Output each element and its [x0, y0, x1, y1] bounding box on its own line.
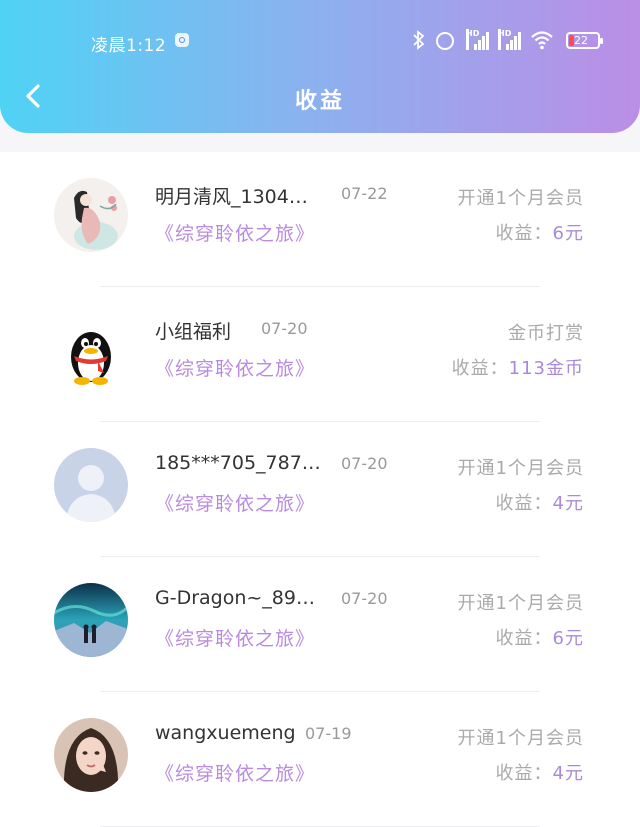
date: 07-20: [341, 589, 388, 608]
earning-amount: 收益：113金币: [452, 354, 584, 380]
earning-value: 4元: [552, 763, 584, 784]
avatar[interactable]: [54, 313, 128, 387]
signal-icon: HD: [498, 29, 522, 50]
bluetooth-icon: [412, 30, 426, 54]
battery-icon: 22: [566, 32, 603, 49]
earning-label: 收益：: [495, 628, 553, 649]
list-item[interactable]: G-Dragon~_89… 07-20 《综穿聆依之旅》 开通1个月会员 收益：…: [0, 557, 640, 692]
book-title[interactable]: 《综穿聆依之旅》: [155, 354, 315, 381]
date: 07-20: [261, 319, 308, 338]
avatar[interactable]: [54, 178, 128, 252]
earning-type: 开通1个月会员: [457, 593, 584, 614]
status-bar: 凌晨1:12 HD HD 22: [0, 28, 640, 56]
notification-icon: [175, 33, 189, 47]
earning-label: 收益：: [495, 493, 553, 514]
earning-label: 收益：: [495, 223, 553, 244]
user-name: 185***705_7877…: [155, 452, 325, 474]
earning-amount: 收益：4元: [496, 759, 584, 785]
earning-type: 开通1个月会员: [457, 728, 584, 749]
earnings-list: 明月清风_1304… 07-22 《综穿聆依之旅》 开通1个月会员 收益：6元 …: [0, 152, 640, 827]
book-title[interactable]: 《综穿聆依之旅》: [155, 759, 315, 786]
earning-value: 6元: [552, 628, 584, 649]
book-title[interactable]: 《综穿聆依之旅》: [155, 624, 315, 651]
avatar[interactable]: [54, 583, 128, 657]
list-item[interactable]: 小组福利 07-20 《综穿聆依之旅》 金币打赏 收益：113金币: [0, 287, 640, 422]
signal-icon: HD: [466, 29, 490, 50]
list-item[interactable]: wangxuemeng 07-19 《综穿聆依之旅》 开通1个月会员 收益：4元: [0, 692, 640, 827]
earning-label: 收益：: [451, 358, 509, 379]
avatar[interactable]: [54, 718, 128, 792]
status-time: 凌晨1:12: [91, 36, 167, 56]
user-name: 明月清风_1304…: [155, 186, 308, 208]
alarm-icon: [436, 32, 454, 50]
date: 07-22: [341, 184, 388, 203]
book-title[interactable]: 《综穿聆依之旅》: [155, 489, 315, 516]
hd-label: HD: [498, 29, 511, 50]
list-item[interactable]: 明月清风_1304… 07-22 《综穿聆依之旅》 开通1个月会员 收益：6元: [0, 152, 640, 287]
user-name: wangxuemeng: [155, 722, 296, 744]
earning-label: 收益：: [495, 763, 553, 784]
earning-amount: 收益：6元: [496, 624, 584, 650]
earning-value: 6元: [552, 223, 584, 244]
date: 07-19: [305, 724, 352, 743]
book-title[interactable]: 《综穿聆依之旅》: [155, 219, 315, 246]
earning-type: 开通1个月会员: [457, 458, 584, 479]
earning-type: 开通1个月会员: [457, 188, 584, 209]
list-item[interactable]: 185***705_7877… 07-20 《综穿聆依之旅》 开通1个月会员 收…: [0, 422, 640, 557]
earning-amount: 收益：6元: [496, 219, 584, 245]
battery-level: 22: [574, 34, 588, 47]
hd-label: HD: [466, 29, 479, 50]
earning-value: 113金币: [508, 358, 584, 379]
header-bar: 凌晨1:12 HD HD 22 收益: [0, 0, 640, 133]
earning-type: 金币打赏: [508, 323, 584, 344]
avatar[interactable]: [54, 448, 128, 522]
earning-amount: 收益：4元: [496, 489, 584, 515]
user-name: 小组福利: [155, 321, 232, 343]
earning-value: 4元: [552, 493, 584, 514]
page-title: 收益: [294, 89, 345, 114]
date: 07-20: [341, 454, 388, 473]
wifi-icon: [530, 30, 554, 50]
user-name: G-Dragon~_89…: [155, 587, 315, 609]
